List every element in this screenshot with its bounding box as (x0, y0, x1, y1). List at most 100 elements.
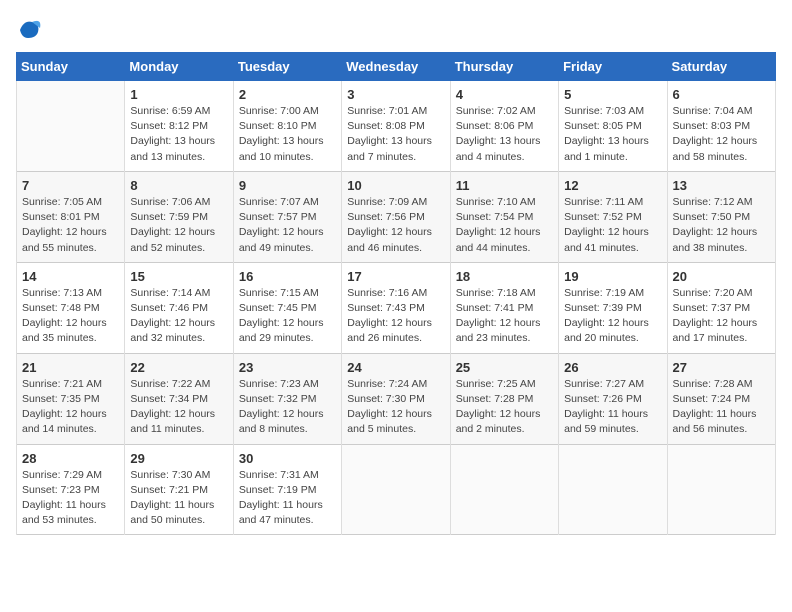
day-number: 24 (347, 360, 444, 375)
calendar-cell: 4 Sunrise: 7:02 AMSunset: 8:06 PMDaylight… (450, 81, 558, 172)
day-info: Sunrise: 7:05 AMSunset: 8:01 PMDaylight:… (22, 195, 119, 256)
day-number: 10 (347, 178, 444, 193)
day-info: Sunrise: 7:07 AMSunset: 7:57 PMDaylight:… (239, 195, 336, 256)
day-info: Sunrise: 7:09 AMSunset: 7:56 PMDaylight:… (347, 195, 444, 256)
day-number: 26 (564, 360, 661, 375)
calendar-cell: 15 Sunrise: 7:14 AMSunset: 7:46 PMDayligh… (125, 262, 233, 353)
day-info: Sunrise: 7:13 AMSunset: 7:48 PMDaylight:… (22, 286, 119, 347)
calendar-body: 1 Sunrise: 6:59 AMSunset: 8:12 PMDaylight… (17, 81, 776, 535)
calendar-cell: 21 Sunrise: 7:21 AMSunset: 7:35 PMDayligh… (17, 353, 125, 444)
day-info: Sunrise: 7:19 AMSunset: 7:39 PMDaylight:… (564, 286, 661, 347)
header-day-tuesday: Tuesday (233, 53, 341, 81)
calendar-cell: 5 Sunrise: 7:03 AMSunset: 8:05 PMDaylight… (559, 81, 667, 172)
calendar-cell (450, 444, 558, 535)
header-day-thursday: Thursday (450, 53, 558, 81)
calendar-cell: 28 Sunrise: 7:29 AMSunset: 7:23 PMDayligh… (17, 444, 125, 535)
day-number: 9 (239, 178, 336, 193)
day-info: Sunrise: 7:29 AMSunset: 7:23 PMDaylight:… (22, 468, 119, 529)
calendar-cell: 27Sunrise: 7:28 AMSunset: 7:24 PMDayligh… (667, 353, 775, 444)
header-day-wednesday: Wednesday (342, 53, 450, 81)
calendar-cell: 14 Sunrise: 7:13 AMSunset: 7:48 PMDayligh… (17, 262, 125, 353)
day-info: Sunrise: 7:31 AMSunset: 7:19 PMDaylight:… (239, 468, 336, 529)
calendar-cell (559, 444, 667, 535)
day-number: 25 (456, 360, 553, 375)
day-info: Sunrise: 7:06 AMSunset: 7:59 PMDaylight:… (130, 195, 227, 256)
day-info: Sunrise: 7:14 AMSunset: 7:46 PMDaylight:… (130, 286, 227, 347)
calendar-cell: 1 Sunrise: 6:59 AMSunset: 8:12 PMDaylight… (125, 81, 233, 172)
day-number: 30 (239, 451, 336, 466)
calendar-cell (17, 81, 125, 172)
day-info: Sunrise: 6:59 AMSunset: 8:12 PMDaylight:… (130, 104, 227, 165)
day-info: Sunrise: 7:24 AMSunset: 7:30 PMDaylight:… (347, 377, 444, 438)
day-number: 29 (130, 451, 227, 466)
calendar-cell: 30 Sunrise: 7:31 AMSunset: 7:19 PMDayligh… (233, 444, 341, 535)
day-number: 17 (347, 269, 444, 284)
day-info: Sunrise: 7:30 AMSunset: 7:21 PMDaylight:… (130, 468, 227, 529)
calendar-cell: 10 Sunrise: 7:09 AMSunset: 7:56 PMDayligh… (342, 171, 450, 262)
day-info: Sunrise: 7:01 AMSunset: 8:08 PMDaylight:… (347, 104, 444, 165)
day-info: Sunrise: 7:15 AMSunset: 7:45 PMDaylight:… (239, 286, 336, 347)
calendar-cell: 18 Sunrise: 7:18 AMSunset: 7:41 PMDayligh… (450, 262, 558, 353)
calendar-week-3: 14 Sunrise: 7:13 AMSunset: 7:48 PMDayligh… (17, 262, 776, 353)
day-info: Sunrise: 7:16 AMSunset: 7:43 PMDaylight:… (347, 286, 444, 347)
header-day-sunday: Sunday (17, 53, 125, 81)
calendar-cell: 2 Sunrise: 7:00 AMSunset: 8:10 PMDaylight… (233, 81, 341, 172)
day-number: 4 (456, 87, 553, 102)
calendar-header: SundayMondayTuesdayWednesdayThursdayFrid… (17, 53, 776, 81)
day-number: 13 (673, 178, 770, 193)
day-number: 19 (564, 269, 661, 284)
header-row: SundayMondayTuesdayWednesdayThursdayFrid… (17, 53, 776, 81)
day-info: Sunrise: 7:04 AMSunset: 8:03 PMDaylight:… (673, 104, 770, 165)
day-info: Sunrise: 7:27 AMSunset: 7:26 PMDaylight:… (564, 377, 661, 438)
day-number: 6 (673, 87, 770, 102)
calendar-week-2: 7 Sunrise: 7:05 AMSunset: 8:01 PMDaylight… (17, 171, 776, 262)
calendar-cell: 6 Sunrise: 7:04 AMSunset: 8:03 PMDaylight… (667, 81, 775, 172)
calendar-table: SundayMondayTuesdayWednesdayThursdayFrid… (16, 52, 776, 535)
calendar-cell: 29 Sunrise: 7:30 AMSunset: 7:21 PMDayligh… (125, 444, 233, 535)
day-number: 3 (347, 87, 444, 102)
day-number: 7 (22, 178, 119, 193)
header-day-monday: Monday (125, 53, 233, 81)
day-number: 5 (564, 87, 661, 102)
calendar-cell: 7 Sunrise: 7:05 AMSunset: 8:01 PMDaylight… (17, 171, 125, 262)
calendar-cell: 16 Sunrise: 7:15 AMSunset: 7:45 PMDayligh… (233, 262, 341, 353)
day-info: Sunrise: 7:21 AMSunset: 7:35 PMDaylight:… (22, 377, 119, 438)
calendar-cell: 19 Sunrise: 7:19 AMSunset: 7:39 PMDayligh… (559, 262, 667, 353)
day-number: 16 (239, 269, 336, 284)
day-info: Sunrise: 7:11 AMSunset: 7:52 PMDaylight:… (564, 195, 661, 256)
header-day-friday: Friday (559, 53, 667, 81)
day-info: Sunrise: 7:23 AMSunset: 7:32 PMDaylight:… (239, 377, 336, 438)
day-number: 8 (130, 178, 227, 193)
day-number: 11 (456, 178, 553, 193)
calendar-cell: 9 Sunrise: 7:07 AMSunset: 7:57 PMDaylight… (233, 171, 341, 262)
calendar-cell: 20 Sunrise: 7:20 AMSunset: 7:37 PMDayligh… (667, 262, 775, 353)
calendar-cell: 26 Sunrise: 7:27 AMSunset: 7:26 PMDayligh… (559, 353, 667, 444)
day-info: Sunrise: 7:18 AMSunset: 7:41 PMDaylight:… (456, 286, 553, 347)
day-info: Sunrise: 7:12 AMSunset: 7:50 PMDaylight:… (673, 195, 770, 256)
logo-icon (16, 16, 44, 44)
day-number: 18 (456, 269, 553, 284)
day-info: Sunrise: 7:28 AMSunset: 7:24 PMDaylight:… (673, 377, 770, 438)
day-info: Sunrise: 7:00 AMSunset: 8:10 PMDaylight:… (239, 104, 336, 165)
day-info: Sunrise: 7:10 AMSunset: 7:54 PMDaylight:… (456, 195, 553, 256)
calendar-cell: 25 Sunrise: 7:25 AMSunset: 7:28 PMDayligh… (450, 353, 558, 444)
day-info: Sunrise: 7:20 AMSunset: 7:37 PMDaylight:… (673, 286, 770, 347)
day-number: 28 (22, 451, 119, 466)
day-number: 1 (130, 87, 227, 102)
day-number: 21 (22, 360, 119, 375)
day-number: 15 (130, 269, 227, 284)
calendar-cell: 8 Sunrise: 7:06 AMSunset: 7:59 PMDaylight… (125, 171, 233, 262)
day-info: Sunrise: 7:02 AMSunset: 8:06 PMDaylight:… (456, 104, 553, 165)
calendar-cell: 11 Sunrise: 7:10 AMSunset: 7:54 PMDayligh… (450, 171, 558, 262)
day-number: 14 (22, 269, 119, 284)
day-number: 2 (239, 87, 336, 102)
page-header (16, 16, 776, 44)
day-number: 20 (673, 269, 770, 284)
calendar-cell: 3 Sunrise: 7:01 AMSunset: 8:08 PMDaylight… (342, 81, 450, 172)
calendar-cell (342, 444, 450, 535)
day-info: Sunrise: 7:25 AMSunset: 7:28 PMDaylight:… (456, 377, 553, 438)
day-number: 23 (239, 360, 336, 375)
calendar-week-1: 1 Sunrise: 6:59 AMSunset: 8:12 PMDaylight… (17, 81, 776, 172)
day-info: Sunrise: 7:03 AMSunset: 8:05 PMDaylight:… (564, 104, 661, 165)
day-number: 22 (130, 360, 227, 375)
